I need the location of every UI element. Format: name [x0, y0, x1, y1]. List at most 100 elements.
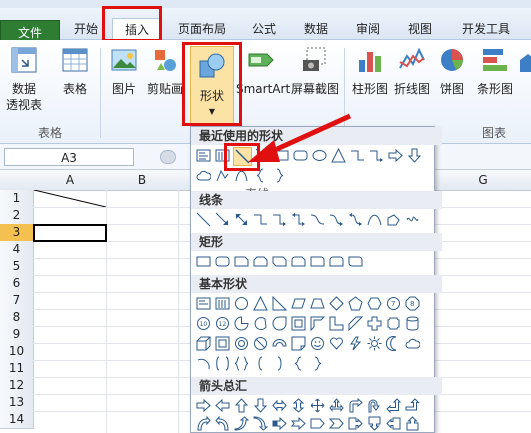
select-all-corner[interactable] [0, 170, 35, 191]
rounded-rectangle-icon[interactable] [214, 253, 231, 270]
lightning-bolt-icon[interactable] [347, 335, 364, 352]
line-chart-button[interactable]: 折线图 [392, 46, 432, 97]
cube-icon[interactable] [195, 335, 212, 352]
vertical-text-box-icon[interactable] [214, 295, 231, 312]
left-arrow-callout-icon[interactable] [385, 415, 402, 432]
double-arrow-icon[interactable] [233, 211, 250, 228]
curved-left-arrow-icon[interactable] [214, 415, 231, 432]
tab-data[interactable]: 数据 [298, 18, 334, 40]
name-box[interactable]: A3 [4, 148, 134, 166]
row-header[interactable]: 2 [0, 207, 34, 225]
row-header[interactable]: 10 [0, 343, 34, 361]
bent-up-arrow-icon[interactable] [404, 397, 421, 414]
chord-icon[interactable] [252, 315, 269, 332]
tab-view[interactable]: 视图 [402, 18, 438, 40]
curved-double-arrow-connector-icon[interactable] [347, 211, 364, 228]
cloud-icon[interactable] [195, 167, 212, 184]
row-header[interactable]: 4 [0, 241, 34, 259]
double-brace-icon[interactable] [233, 355, 250, 372]
half-frame-icon[interactable] [309, 315, 326, 332]
sun-icon[interactable] [366, 335, 383, 352]
heart-icon[interactable] [328, 335, 345, 352]
folded-corner-icon[interactable] [290, 335, 307, 352]
row-header[interactable]: 11 [0, 360, 34, 378]
double-bracket-icon[interactable] [214, 355, 231, 372]
curved-connector-icon[interactable] [309, 211, 326, 228]
diagonal-stripe-icon[interactable] [347, 315, 364, 332]
diamond-icon[interactable] [328, 295, 345, 312]
up-arrow-callout-icon[interactable] [404, 415, 421, 432]
curved-up-arrow-icon[interactable] [233, 415, 250, 432]
notched-right-arrow-icon[interactable] [290, 415, 307, 432]
arc-icon[interactable] [195, 355, 212, 372]
clipart-button[interactable]: 剪贴画 [146, 46, 184, 97]
row-header-selected[interactable]: 3 [0, 224, 34, 242]
row-header[interactable]: 1 [0, 190, 34, 208]
pie-shape-icon[interactable] [233, 315, 250, 332]
trapezoid-icon[interactable] [309, 295, 326, 312]
octagon-icon[interactable]: 8 [404, 295, 421, 312]
row-header[interactable]: 13 [0, 394, 34, 412]
column-header-b[interactable]: B [106, 170, 179, 191]
pentagon-arrow-icon[interactable] [309, 415, 326, 432]
round-same-side-rectangle-icon[interactable] [328, 253, 345, 270]
column-header-a[interactable]: A [34, 170, 107, 191]
curve-icon[interactable] [366, 211, 383, 228]
left-right-arrow-icon[interactable] [271, 397, 288, 414]
left-up-arrow-icon[interactable] [385, 397, 402, 414]
oval-icon[interactable] [233, 295, 250, 312]
donut-icon[interactable] [233, 335, 250, 352]
right-brace-icon[interactable] [309, 355, 326, 372]
pentagon-icon[interactable] [347, 295, 364, 312]
teardrop-icon[interactable] [271, 315, 288, 332]
left-bracket-icon[interactable] [252, 355, 269, 372]
dodecagon-icon[interactable]: 12 [214, 315, 231, 332]
up-down-arrow-icon[interactable] [290, 397, 307, 414]
tab-page-layout[interactable]: 页面布局 [172, 18, 232, 40]
bar-chart-button[interactable]: 条形图 [472, 46, 518, 97]
heptagon-icon[interactable]: 7 [385, 295, 402, 312]
row-header[interactable]: 9 [0, 326, 34, 344]
row-header[interactable]: 7 [0, 292, 34, 310]
left-arrow-icon[interactable] [214, 397, 231, 414]
right-bracket-icon[interactable] [271, 355, 288, 372]
no-symbol-icon[interactable] [252, 335, 269, 352]
snip-single-corner-rectangle-icon[interactable] [233, 253, 250, 270]
line-icon[interactable] [195, 211, 212, 228]
striped-right-arrow-icon[interactable] [271, 415, 288, 432]
picture-button[interactable]: 图片 [108, 46, 140, 97]
cloud-icon[interactable] [404, 335, 421, 352]
elbow-double-arrow-connector-icon[interactable] [290, 211, 307, 228]
quad-arrow-icon[interactable] [309, 397, 326, 414]
tab-developer[interactable]: 开发工具 [456, 18, 516, 40]
text-box-icon[interactable] [195, 295, 212, 312]
left-brace-icon[interactable] [290, 355, 307, 372]
triangle-icon[interactable] [252, 295, 269, 312]
chevron-icon[interactable] [328, 415, 345, 432]
elbow-connector-icon[interactable] [252, 211, 269, 228]
scribble-icon[interactable] [404, 211, 421, 228]
can-icon[interactable] [404, 315, 421, 332]
text-box-icon[interactable] [195, 147, 212, 164]
bevel-icon[interactable] [214, 335, 231, 352]
right-triangle-icon[interactable] [271, 295, 288, 312]
row-header[interactable]: 14 [0, 411, 34, 429]
row-header[interactable]: 12 [0, 377, 34, 395]
snip-round-rectangle-icon[interactable] [290, 253, 307, 270]
snip-same-side-rectangle-icon[interactable] [252, 253, 269, 270]
tab-review[interactable]: 审阅 [350, 18, 386, 40]
curved-down-arrow-icon[interactable] [252, 415, 269, 432]
rectangle-icon[interactable] [195, 253, 212, 270]
freeform-icon[interactable] [385, 211, 402, 228]
block-arc-icon[interactable] [271, 335, 288, 352]
curved-right-arrow-icon[interactable] [195, 415, 212, 432]
u-turn-arrow-icon[interactable] [366, 397, 383, 414]
pivot-table-button[interactable]: 数据 透视表 [6, 46, 42, 113]
left-right-up-arrow-icon[interactable] [328, 397, 345, 414]
cross-icon[interactable] [366, 315, 383, 332]
formula-scroll-handle[interactable] [160, 150, 176, 164]
right-arrow-icon[interactable] [387, 147, 404, 164]
snip-diagonal-rectangle-icon[interactable] [271, 253, 288, 270]
hexagon-icon[interactable] [366, 295, 383, 312]
plaque-icon[interactable] [385, 315, 402, 332]
